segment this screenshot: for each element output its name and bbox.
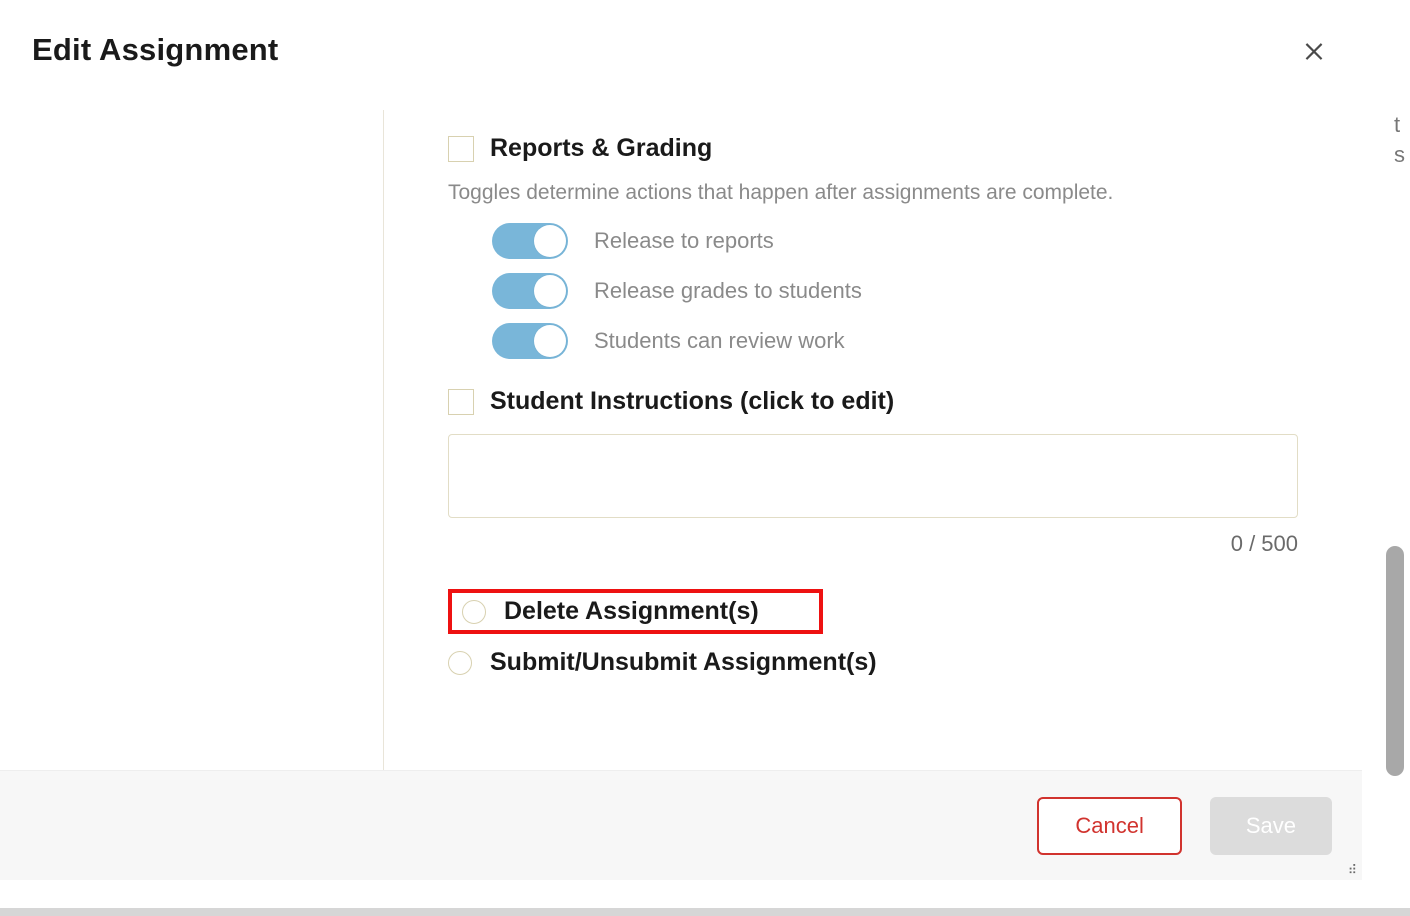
toggle-label: Students can review work xyxy=(594,328,845,354)
toggle-row-review-work: Students can review work xyxy=(492,323,1298,359)
submit-unsubmit-row[interactable]: Submit/Unsubmit Assignment(s) xyxy=(448,648,1298,677)
modal-content: Reports & Grading Toggles determine acti… xyxy=(384,110,1362,770)
delete-assignment-radio[interactable] xyxy=(462,600,486,624)
resize-handle-icon[interactable] xyxy=(1335,853,1357,875)
section-reports-grading: Reports & Grading Toggles determine acti… xyxy=(448,134,1298,359)
section-student-instructions: Student Instructions (click to edit) 0 /… xyxy=(448,387,1298,557)
student-instructions-checkbox[interactable] xyxy=(448,389,474,415)
modal-sidebar xyxy=(0,110,384,770)
toggle-students-can-review-work[interactable] xyxy=(492,323,568,359)
toggle-label: Release to reports xyxy=(594,228,774,254)
reports-grading-subtitle: Toggles determine actions that happen af… xyxy=(448,181,1298,205)
save-button[interactable]: Save xyxy=(1210,797,1332,855)
edit-assignment-modal: Edit Assignment Reports & Grading Toggle… xyxy=(0,0,1362,880)
cancel-button[interactable]: Cancel xyxy=(1037,797,1181,855)
delete-assignment-row[interactable]: Delete Assignment(s) xyxy=(448,589,823,634)
toggle-release-grades-to-students[interactable] xyxy=(492,273,568,309)
reports-grading-title: Reports & Grading xyxy=(490,134,712,163)
student-instructions-title: Student Instructions (click to edit) xyxy=(490,387,894,416)
toggle-release-to-reports[interactable] xyxy=(492,223,568,259)
toggle-row-release-grades: Release grades to students xyxy=(492,273,1298,309)
student-instructions-counter: 0 / 500 xyxy=(448,531,1298,557)
toggle-label: Release grades to students xyxy=(594,278,862,304)
modal-body: Reports & Grading Toggles determine acti… xyxy=(0,110,1362,770)
toggle-row-release-reports: Release to reports xyxy=(492,223,1298,259)
delete-assignment-label: Delete Assignment(s) xyxy=(504,597,759,626)
page-bottom-edge xyxy=(0,908,1410,916)
submit-unsubmit-radio[interactable] xyxy=(448,651,472,675)
student-instructions-input[interactable] xyxy=(448,434,1298,518)
modal-title: Edit Assignment xyxy=(32,32,278,68)
modal-footer: Cancel Save xyxy=(0,770,1362,880)
submit-unsubmit-label: Submit/Unsubmit Assignment(s) xyxy=(490,648,877,677)
scrollbar-thumb[interactable] xyxy=(1386,546,1404,776)
reports-grading-checkbox[interactable] xyxy=(448,136,474,162)
modal-header: Edit Assignment xyxy=(0,0,1362,92)
close-icon xyxy=(1301,37,1327,63)
close-button[interactable] xyxy=(1298,34,1330,66)
